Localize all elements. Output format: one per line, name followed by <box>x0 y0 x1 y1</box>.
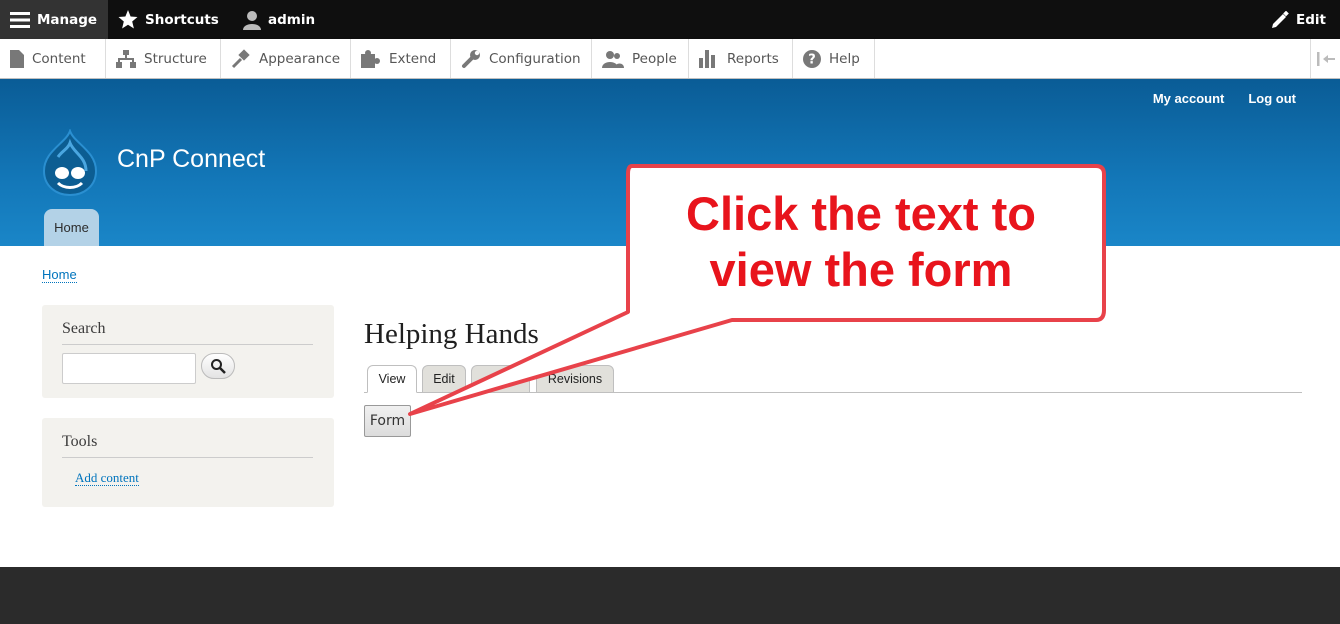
search-block-title: Search <box>62 320 313 345</box>
shortcuts-button[interactable]: Shortcuts <box>118 0 219 39</box>
tab-revisions[interactable]: Revisions <box>536 365 614 393</box>
tray-item-appearance[interactable]: Appearance <box>221 39 351 78</box>
edit-toggle-button[interactable]: Edit <box>1271 0 1326 39</box>
tray-item-label: Configuration <box>489 50 581 67</box>
tab-edit[interactable]: Edit <box>422 365 466 393</box>
tray-item-label: Reports <box>727 50 779 67</box>
pencil-icon <box>1272 10 1289 28</box>
tab-delete[interactable]: D <box>471 365 530 393</box>
form-button[interactable]: Form <box>364 405 411 437</box>
star-icon <box>118 10 138 29</box>
tray-item-reports[interactable]: Reports <box>689 39 793 78</box>
tray-orientation-toggle[interactable] <box>1310 39 1340 78</box>
manage-label: Manage <box>37 11 98 28</box>
tray-item-label: Extend <box>389 50 437 67</box>
callout-text: Click the text to view the form <box>628 186 1094 298</box>
search-input[interactable] <box>62 353 196 384</box>
collapse-icon <box>1316 51 1335 66</box>
search-icon <box>211 359 226 374</box>
page-title: Helping Hands <box>364 318 539 350</box>
my-account-link[interactable]: My account <box>1153 91 1225 106</box>
people-icon <box>602 50 624 68</box>
tray-item-configuration[interactable]: Configuration <box>451 39 592 78</box>
tools-block-title: Tools <box>62 433 313 458</box>
site-name[interactable]: CnP Connect <box>117 145 265 174</box>
manage-button[interactable]: Manage <box>0 0 108 39</box>
user-icon <box>243 10 261 30</box>
sitemap-icon <box>116 49 136 68</box>
drupal-logo-icon[interactable] <box>40 129 100 197</box>
tray-item-label: Help <box>829 50 860 67</box>
tray-item-content[interactable]: Content <box>0 39 106 78</box>
search-block: Search <box>42 305 334 398</box>
user-button[interactable]: admin <box>243 0 315 39</box>
shortcuts-label: Shortcuts <box>145 11 219 28</box>
edit-label: Edit <box>1296 11 1326 28</box>
bar-chart-icon <box>699 49 715 68</box>
main-menu-home[interactable]: Home <box>44 209 99 246</box>
site-footer <box>0 567 1340 624</box>
log-out-link[interactable]: Log out <box>1248 91 1296 106</box>
tray-item-label: People <box>632 50 677 67</box>
user-label: admin <box>268 11 316 28</box>
tray-item-people[interactable]: People <box>592 39 689 78</box>
tab-view[interactable]: View <box>367 365 417 393</box>
hamburger-icon <box>10 11 30 28</box>
secondary-menu: My account Log out <box>1153 91 1296 106</box>
paintbrush-icon <box>231 48 250 68</box>
question-icon: ? <box>803 49 821 68</box>
tray-item-help[interactable]: ? Help <box>793 39 875 78</box>
admin-tray: Content Structure Appearance Extend Conf… <box>0 39 1340 79</box>
search-button[interactable] <box>201 353 235 379</box>
callout-line-1: Click the text to <box>686 187 1036 240</box>
callout-line-2: view the form <box>709 243 1013 296</box>
tools-block: Tools Add content <box>42 418 334 507</box>
add-content-link[interactable]: Add content <box>75 471 139 486</box>
tray-item-structure[interactable]: Structure <box>106 39 221 78</box>
svg-text:?: ? <box>808 52 816 67</box>
puzzle-icon <box>361 49 380 68</box>
admin-toolbar: Manage Shortcuts admin Edit <box>0 0 1340 39</box>
tray-item-extend[interactable]: Extend <box>351 39 451 78</box>
tray-item-label: Appearance <box>259 50 341 67</box>
tray-item-label: Structure <box>144 50 207 67</box>
tray-item-label: Content <box>32 50 86 67</box>
breadcrumb-home-link[interactable]: Home <box>42 267 77 283</box>
local-tasks-tabs: View Edit D Revisions <box>364 365 1302 393</box>
file-icon <box>10 49 24 68</box>
wrench-icon <box>462 49 480 68</box>
app-root: Manage Shortcuts admin Edit Content Stru… <box>0 0 1340 624</box>
